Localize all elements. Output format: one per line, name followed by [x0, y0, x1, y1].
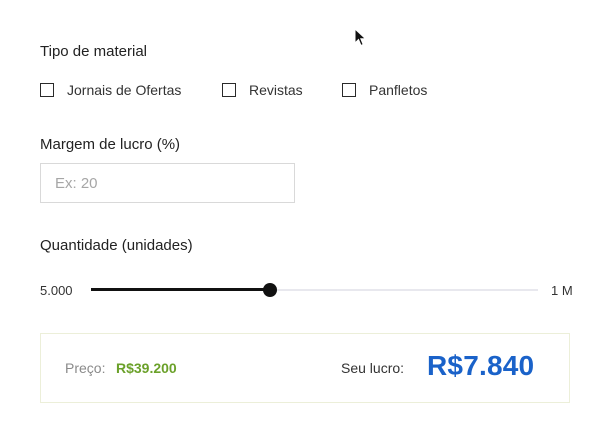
slider-max-label: 1 M — [551, 283, 573, 298]
checkbox-panfletos[interactable]: Panfletos — [342, 82, 427, 98]
profit-margin-input[interactable] — [40, 163, 295, 203]
quantity-title: Quantidade (unidades) — [40, 237, 193, 254]
price-label: Preço: — [65, 360, 106, 376]
arrow-cursor-icon — [354, 28, 367, 47]
profit-value: R$7.840 — [427, 350, 535, 381]
checkbox-label[interactable]: Revistas — [249, 82, 303, 98]
profit-margin-title: Margem de lucro (%) — [40, 136, 181, 153]
quantity-slider-thumb[interactable] — [262, 283, 277, 297]
checkbox-jornais[interactable]: Jornais de Ofertas — [40, 82, 181, 98]
checkbox-label[interactable]: Panfletos — [369, 82, 427, 98]
checkbox-box[interactable] — [342, 83, 356, 97]
checkbox-revistas[interactable]: Revistas — [222, 82, 303, 98]
result-panel: Preço: R$39.200 Seu lucro: R$7.840 — [40, 333, 570, 403]
checkbox-label[interactable]: Jornais de Ofertas — [67, 82, 181, 98]
price-value: R$39.200 — [116, 360, 177, 376]
quantity-slider-fill[interactable] — [91, 288, 270, 291]
slider-min-label: 5.000 — [40, 283, 73, 298]
checkbox-box[interactable] — [222, 83, 236, 97]
checkbox-box[interactable] — [40, 83, 54, 97]
profit-label: Seu lucro: — [341, 360, 405, 376]
material-type-title: Tipo de material — [40, 43, 147, 60]
